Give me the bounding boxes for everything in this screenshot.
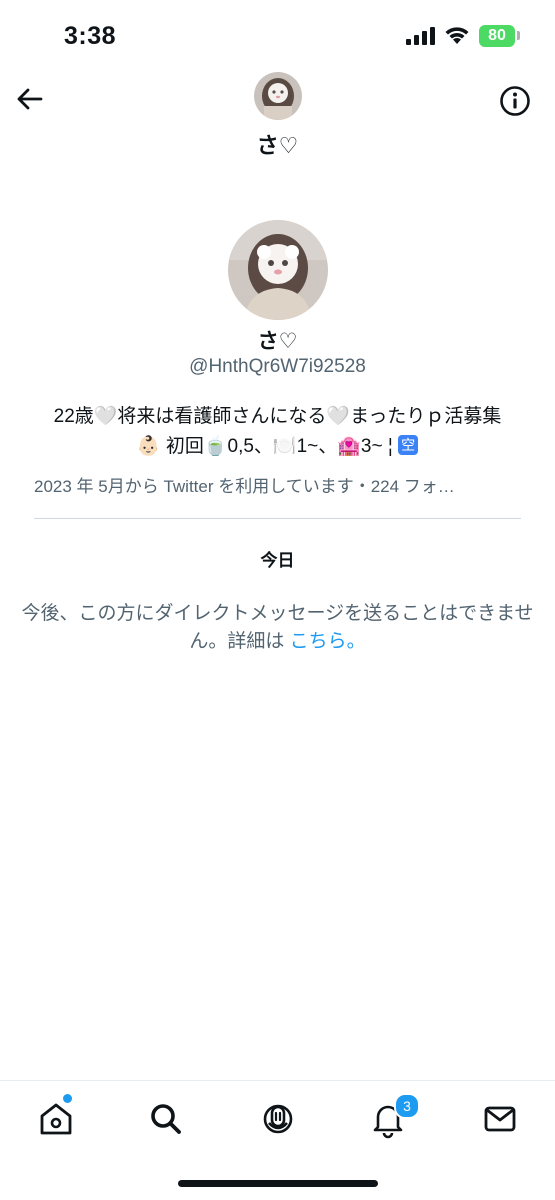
- nav-spaces[interactable]: [258, 1099, 298, 1139]
- profile-name[interactable]: さ♡: [0, 325, 555, 355]
- avatar-image: [254, 72, 302, 120]
- back-arrow-icon[interactable]: [14, 84, 44, 114]
- header-name[interactable]: さ♡: [0, 128, 555, 160]
- bio-line-1: 22歳🤍将来は看護師さんになる🤍まったりｐ活募集: [53, 406, 502, 427]
- nav-messages[interactable]: [480, 1099, 520, 1139]
- wifi-icon: [445, 27, 469, 44]
- spaces-icon: [263, 1104, 293, 1134]
- search-icon: [151, 1104, 181, 1134]
- home-indicator[interactable]: [178, 1180, 378, 1187]
- battery-icon: 80: [479, 25, 515, 47]
- date-label: 今日: [260, 551, 295, 570]
- nav-home[interactable]: [36, 1094, 76, 1139]
- notice-text: 今後、この方にダイレクトメッセージを送ることはできません。詳細は: [21, 603, 534, 652]
- status-bar: 3:38 80: [0, 0, 555, 70]
- profile-meta[interactable]: 2023 年 5月から Twitter を利用しています・224 フォ…: [34, 472, 521, 497]
- dm-disabled-notice: 今後、この方にダイレクトメッセージを送ることはできません。詳細は こちら。: [14, 600, 541, 656]
- nav-notifications[interactable]: 3: [368, 1093, 420, 1139]
- home-new-dot: [63, 1094, 72, 1103]
- home-icon: [40, 1103, 72, 1135]
- vacancy-badge: 空: [398, 435, 419, 455]
- status-time: 3:38: [64, 22, 117, 50]
- bio-line-2-text: 👶🏻 初回🍵0,5、🍽️1~、🏩3~ ¦: [136, 436, 399, 457]
- battery-level: 80: [488, 27, 506, 44]
- header-avatar[interactable]: [254, 72, 302, 120]
- dm-conversation-screen: 3:38 80 さ♡ さ♡ @HnthQr6W7i92528 22歳🤍将来は看護…: [0, 0, 555, 1200]
- bio-line-2: 👶🏻 初回🍵0,5、🍽️1~、🏩3~ ¦ 空: [20, 432, 535, 462]
- nav-search[interactable]: [146, 1099, 186, 1139]
- profile-avatar[interactable]: [228, 220, 328, 320]
- envelope-icon: [484, 1106, 516, 1132]
- battery-cap: [517, 31, 520, 40]
- notifications-badge: 3: [394, 1093, 420, 1119]
- signal-icon: [406, 27, 435, 45]
- info-icon[interactable]: [498, 84, 532, 118]
- profile-bio: 22歳🤍将来は看護師さんになる🤍まったりｐ活募集 👶🏻 初回🍵0,5、🍽️1~、…: [20, 402, 535, 462]
- details-link[interactable]: こちら。: [290, 631, 366, 652]
- avatar-image: [228, 220, 328, 320]
- profile-handle[interactable]: @HnthQr6W7i92528: [0, 356, 555, 378]
- divider: [34, 518, 521, 519]
